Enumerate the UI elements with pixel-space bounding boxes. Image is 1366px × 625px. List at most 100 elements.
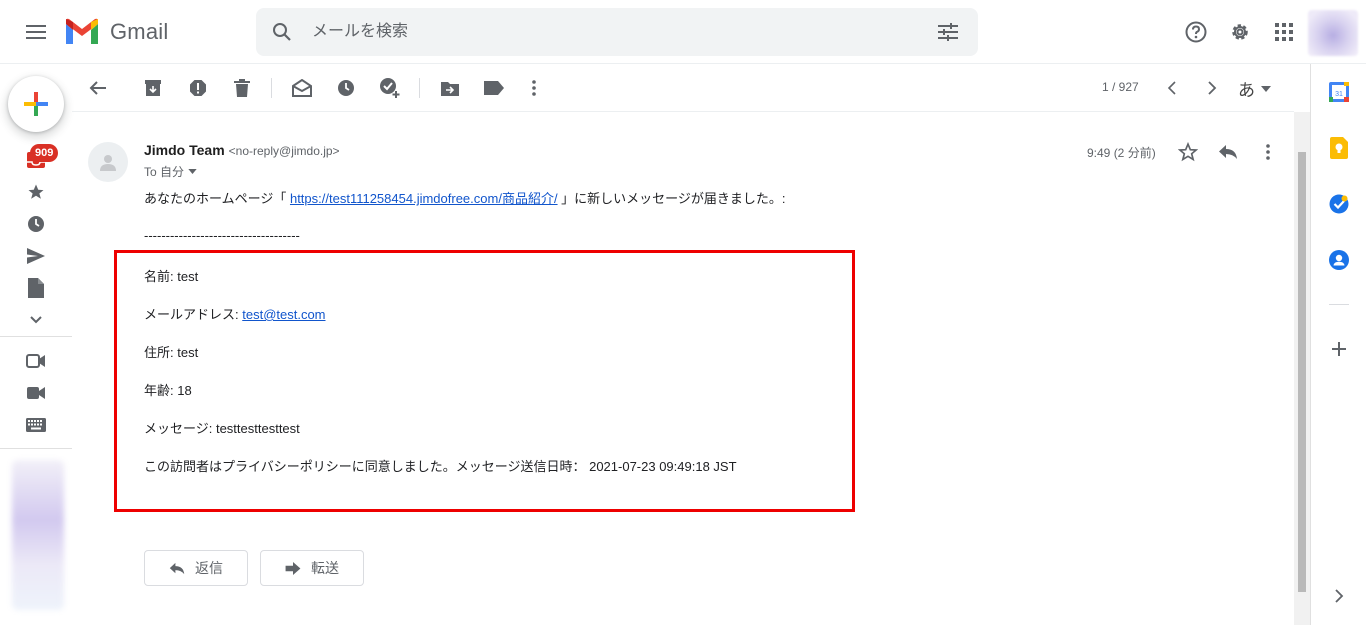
left-navigation-rail: 909 bbox=[0, 64, 72, 625]
newer-button[interactable] bbox=[1154, 70, 1190, 106]
reply-icon-button[interactable] bbox=[1212, 136, 1244, 168]
starred-nav[interactable] bbox=[20, 176, 52, 208]
inbox-unread-badge: 909 bbox=[30, 144, 59, 162]
search-bar bbox=[256, 8, 978, 56]
label-icon bbox=[484, 81, 504, 95]
archive-button[interactable] bbox=[135, 70, 171, 106]
caret-down-icon bbox=[1261, 85, 1271, 92]
input-tools-button[interactable]: あ bbox=[1238, 76, 1271, 101]
get-addons-button[interactable] bbox=[1323, 333, 1355, 365]
message-view: Jimdo Team <no-reply@jimdo.jp> To 自分 9:49… bbox=[72, 112, 1294, 625]
report-spam-button[interactable] bbox=[180, 70, 216, 106]
reply-label: 返信 bbox=[195, 560, 223, 576]
clock-icon bbox=[28, 216, 44, 232]
message-scrollbar[interactable] bbox=[1294, 112, 1310, 625]
video-camera-icon bbox=[27, 387, 45, 399]
toolbar-separator bbox=[271, 78, 272, 98]
app-name: Gmail bbox=[110, 19, 169, 44]
calendar-icon: 31 bbox=[1329, 82, 1349, 102]
keyboard-nav[interactable] bbox=[20, 409, 52, 441]
mark-unread-button[interactable] bbox=[284, 70, 320, 106]
add-task-icon bbox=[380, 78, 400, 98]
account-avatar[interactable] bbox=[1308, 10, 1358, 56]
rail-divider bbox=[0, 448, 72, 449]
svg-text:31: 31 bbox=[1335, 91, 1343, 98]
intro-text-after: 」に新しいメッセージが届きました。: bbox=[557, 191, 786, 206]
search-input[interactable] bbox=[312, 20, 912, 44]
plus-icon bbox=[1332, 342, 1346, 356]
chevron-left-icon bbox=[1167, 81, 1176, 95]
email-link[interactable]: test@test.com bbox=[242, 307, 325, 322]
search-button[interactable] bbox=[262, 12, 302, 52]
drafts-nav[interactable] bbox=[20, 272, 52, 304]
snoozed-nav[interactable] bbox=[20, 208, 52, 240]
snooze-button[interactable] bbox=[328, 70, 364, 106]
forward-button[interactable]: 転送 bbox=[260, 550, 364, 586]
sender-name[interactable]: Jimdo Team bbox=[144, 142, 225, 158]
search-icon bbox=[273, 23, 291, 41]
delete-button[interactable] bbox=[224, 70, 260, 106]
sender-avatar bbox=[88, 142, 128, 182]
move-to-button[interactable] bbox=[432, 70, 468, 106]
tasks-app-button[interactable] bbox=[1323, 188, 1355, 220]
reply-button[interactable]: 返信 bbox=[144, 550, 248, 586]
trash-icon bbox=[234, 79, 250, 97]
sender-email: <no-reply@jimdo.jp> bbox=[228, 144, 340, 158]
field-address: 住所: test bbox=[144, 345, 199, 360]
hamburger-icon bbox=[26, 25, 46, 39]
reply-icon bbox=[1219, 145, 1237, 159]
more-vert-icon bbox=[1266, 144, 1270, 160]
show-side-panel-button[interactable] bbox=[1323, 580, 1355, 612]
labels-button[interactable] bbox=[476, 70, 512, 106]
more-nav[interactable] bbox=[20, 304, 52, 336]
older-button[interactable] bbox=[1194, 70, 1230, 106]
report-icon bbox=[190, 80, 206, 96]
field-email: メールアドレス: test@test.com bbox=[144, 304, 326, 323]
privacy-consent-line: この訪問者はプライバシーポリシーに同意しました。メッセージ送信日時： 2021-… bbox=[144, 459, 737, 474]
plus-icon bbox=[24, 92, 48, 116]
blurred-hangouts-area bbox=[12, 460, 64, 610]
move-folder-icon bbox=[441, 82, 459, 96]
message-more-button[interactable] bbox=[1252, 136, 1284, 168]
dashed-divider: ------------------------------------ bbox=[144, 228, 300, 243]
send-icon bbox=[27, 248, 45, 264]
homepage-link[interactable]: https://test111258454.jimdofree.com/商品紹介… bbox=[290, 191, 558, 206]
back-button[interactable] bbox=[80, 70, 116, 106]
gmail-m-icon bbox=[66, 18, 98, 44]
apps-grid-icon bbox=[1275, 23, 1293, 41]
keyboard-icon bbox=[26, 418, 46, 432]
caret-down-icon bbox=[188, 169, 197, 174]
contacts-app-button[interactable] bbox=[1323, 244, 1355, 276]
message-toolbar: 1 / 927 あ bbox=[72, 64, 1294, 112]
google-apps-button[interactable] bbox=[1264, 12, 1304, 52]
tasks-check-icon bbox=[1329, 194, 1349, 214]
arrow-back-icon bbox=[89, 81, 106, 95]
field-age: 年齢: 18 bbox=[144, 383, 192, 398]
search-options-button[interactable] bbox=[928, 12, 968, 52]
reply-icon bbox=[169, 562, 185, 574]
add-to-tasks-button[interactable] bbox=[372, 70, 408, 106]
scrollbar-thumb[interactable] bbox=[1298, 152, 1306, 592]
sent-nav[interactable] bbox=[20, 240, 52, 272]
settings-button[interactable] bbox=[1220, 12, 1260, 52]
intro-text-before: あなたのホームページ「 bbox=[144, 191, 290, 206]
page-count: 1 / 927 bbox=[1102, 80, 1139, 94]
star-button[interactable] bbox=[1172, 136, 1204, 168]
star-icon bbox=[28, 184, 44, 199]
meet-new-meeting-nav[interactable] bbox=[20, 345, 52, 377]
calendar-app-button[interactable]: 31 bbox=[1323, 76, 1355, 108]
field-email-label: メールアドレス: bbox=[144, 307, 243, 322]
help-button[interactable] bbox=[1176, 12, 1216, 52]
recipient-label: To 自分 bbox=[144, 165, 185, 179]
main-menu-button[interactable] bbox=[16, 12, 56, 52]
person-icon bbox=[100, 155, 116, 171]
chevron-right-icon bbox=[1208, 81, 1217, 95]
gmail-logo[interactable]: Gmail bbox=[64, 16, 168, 48]
compose-button[interactable] bbox=[8, 76, 64, 132]
recipient-details-toggle[interactable]: To 自分 bbox=[144, 163, 197, 180]
mark-unread-icon bbox=[292, 79, 312, 97]
more-actions-button[interactable] bbox=[516, 70, 552, 106]
gear-icon bbox=[1232, 24, 1248, 40]
keep-app-button[interactable] bbox=[1323, 132, 1355, 164]
meet-join-nav[interactable] bbox=[20, 377, 52, 409]
